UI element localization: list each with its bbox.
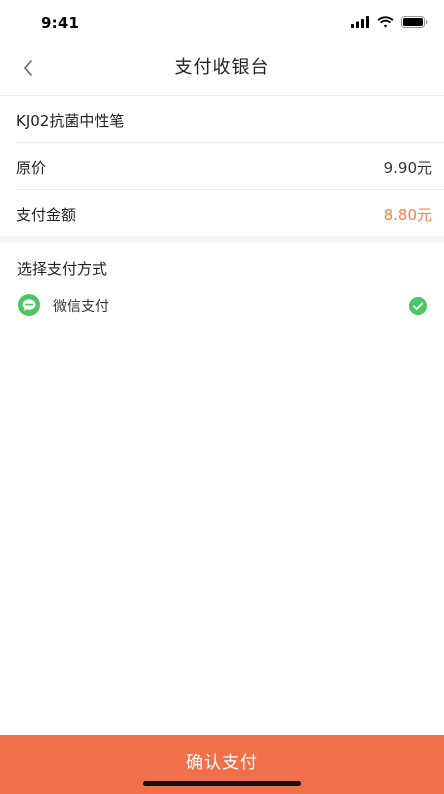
payment-option-wechat[interactable]: 微信支付 (0, 286, 444, 324)
original-price-label: 原价 (16, 159, 47, 177)
home-indicator (143, 781, 301, 786)
confirm-payment-button[interactable]: 确认支付 (0, 735, 444, 794)
status-bar: 9:41 (0, 0, 444, 44)
nav-bar: 支付收银台 (0, 44, 444, 96)
payment-method-heading: 选择支付方式 (17, 260, 108, 278)
original-price-row: 原价 9.90元 (16, 143, 444, 190)
confirm-payment-label: 确认支付 (186, 753, 258, 773)
pay-amount-row: 支付金额 8.80元 (16, 190, 444, 236)
status-time: 9:41 (41, 14, 80, 32)
wechat-pay-icon (18, 294, 40, 316)
status-icons (351, 15, 428, 29)
product-name: KJ02抗菌中性笔 (16, 112, 125, 130)
pay-amount-value: 8.80元 (383, 206, 432, 224)
product-row: KJ02抗菌中性笔 (16, 96, 444, 143)
pay-amount-label: 支付金额 (16, 206, 77, 224)
check-circle-icon (409, 297, 427, 315)
cellular-signal-icon (351, 16, 369, 28)
battery-icon (401, 16, 428, 28)
page-title: 支付收银台 (174, 57, 270, 78)
order-info: KJ02抗菌中性笔 原价 9.90元 支付金额 8.80元 (0, 96, 444, 236)
payment-option-label: 微信支付 (53, 299, 109, 315)
payment-method-section: 选择支付方式 微信支付 (0, 242, 444, 735)
original-price-value: 9.90元 (383, 159, 432, 177)
wifi-icon (377, 16, 394, 28)
